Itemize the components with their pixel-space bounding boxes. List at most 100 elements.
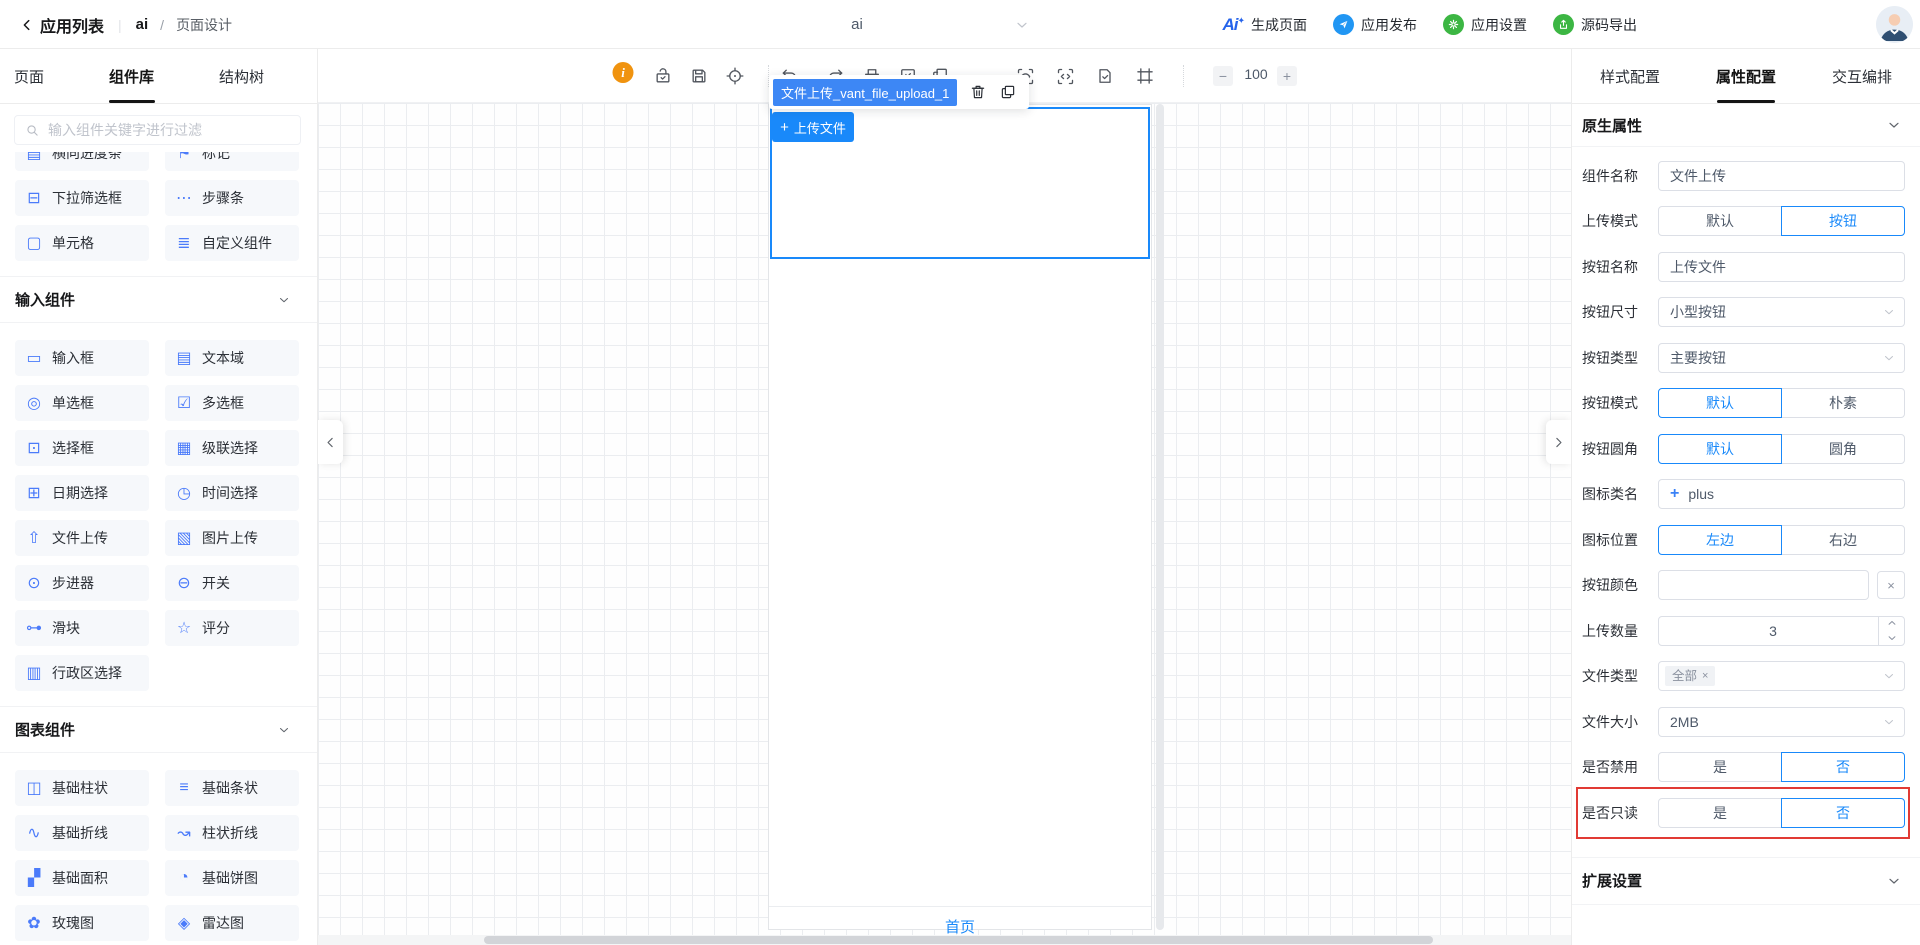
segment-option[interactable]: 右边 (1781, 525, 1905, 555)
app-publish-button[interactable]: 应用发布 (1333, 14, 1417, 35)
file-type-tag[interactable]: 全部× (1665, 666, 1715, 686)
text-input[interactable]: 文件上传 (1658, 161, 1905, 191)
component-item[interactable]: ▭输入框 (15, 340, 149, 376)
component-item[interactable]: ⊡选择框 (15, 430, 149, 466)
sidebar-tab-pages[interactable]: 页面 (14, 49, 44, 103)
segment-option[interactable]: 左边 (1658, 525, 1782, 555)
segment-option[interactable]: 否 (1781, 798, 1905, 828)
vertical-scrollbar[interactable] (1156, 104, 1164, 930)
segment-option[interactable]: 是 (1658, 752, 1782, 782)
component-item[interactable]: ⋯步骤条 (165, 180, 299, 216)
component-item[interactable]: ≡基础条状 (165, 770, 299, 806)
clear-color-button[interactable]: × (1877, 571, 1905, 599)
text-input[interactable]: 上传文件 (1658, 252, 1905, 282)
tab-home[interactable]: 首页 (945, 916, 975, 937)
component-item[interactable]: ☑多选框 (165, 385, 299, 421)
toolbar-info-icon[interactable]: i (613, 62, 634, 83)
delete-component-button[interactable] (969, 83, 987, 101)
component-item[interactable]: ◷时间选择 (165, 475, 299, 511)
chevron-down-icon[interactable] (277, 723, 291, 737)
increment-button[interactable] (1879, 616, 1905, 631)
toolbar-unlock-icon[interactable] (649, 62, 677, 90)
segment-option[interactable]: 按钮 (1781, 206, 1905, 236)
component-item-label: 玫瑰图 (52, 913, 94, 933)
toolbar-locate-icon[interactable] (721, 62, 749, 90)
avatar[interactable] (1876, 6, 1913, 43)
component-item[interactable]: ▢单元格 (15, 225, 149, 261)
component-item[interactable]: ◈雷达图 (165, 905, 299, 941)
component-item[interactable]: ⚑标记 (165, 152, 299, 171)
horizontal-scrollbar-thumb[interactable] (484, 936, 1433, 944)
zoom-out-button[interactable]: − (1213, 66, 1233, 86)
component-item[interactable]: ▞基础面积 (15, 860, 149, 896)
section-native-props[interactable]: 原生属性 (1572, 104, 1920, 147)
field-label: 按钮名称 (1582, 257, 1658, 277)
component-item[interactable]: ✿玫瑰图 (15, 905, 149, 941)
segment-option[interactable]: 默认 (1658, 388, 1782, 418)
segment-option[interactable]: 否 (1781, 752, 1905, 782)
component-item[interactable]: ◎单选框 (15, 385, 149, 421)
component-item[interactable]: ⊟下拉筛选框 (15, 180, 149, 216)
component-search[interactable] (14, 115, 301, 145)
component-item[interactable]: ☆评分 (165, 610, 299, 646)
sidebar-tab-components[interactable]: 组件库 (109, 49, 154, 103)
component-item[interactable]: ▧图片上传 (165, 520, 299, 556)
select-input[interactable]: 2MB (1658, 707, 1905, 737)
component-item[interactable]: ▦级联选择 (165, 430, 299, 466)
zoom-in-button[interactable]: + (1277, 66, 1297, 86)
tab-interaction-config[interactable]: 交互编排 (1832, 49, 1892, 103)
segment-option[interactable]: 是 (1658, 798, 1782, 828)
selected-component-chip[interactable]: 文件上传_vant_file_upload_1 (773, 79, 957, 106)
collapse-left-panel-button[interactable] (318, 420, 343, 464)
tag-select-input[interactable]: 全部× (1658, 661, 1905, 691)
toolbar-save-icon[interactable] (685, 62, 713, 90)
component-item[interactable]: ⊶滑块 (15, 610, 149, 646)
remove-tag-icon[interactable]: × (1702, 669, 1708, 683)
component-item[interactable]: ◔基础饼图 (165, 860, 299, 896)
upload-file-button[interactable]: + 上传文件 (772, 112, 854, 142)
breadcrumb-app[interactable]: ai (136, 16, 149, 33)
tab-property-config[interactable]: 属性配置 (1716, 49, 1776, 103)
color-input[interactable] (1658, 570, 1869, 600)
chevron-left-icon (20, 18, 34, 32)
segment-option[interactable]: 圆角 (1781, 434, 1905, 464)
segment-option[interactable]: 朴素 (1781, 388, 1905, 418)
collapse-right-panel-button[interactable] (1546, 420, 1571, 464)
copy-component-button[interactable] (999, 83, 1017, 101)
component-item[interactable]: ▤文本域 (165, 340, 299, 376)
toolbar-code-view-icon[interactable] (1051, 62, 1079, 90)
generate-page-button[interactable]: Ai✦生成页面 (1222, 15, 1307, 35)
select-input[interactable]: 主要按钮 (1658, 343, 1905, 373)
segment-option[interactable]: 默认 (1658, 434, 1782, 464)
icon-class-input[interactable]: +plus (1658, 479, 1905, 509)
chevron-up-icon (1887, 618, 1897, 628)
section-expand-settings[interactable]: 扩展设置 (1572, 857, 1920, 905)
segment-option[interactable]: 默认 (1658, 206, 1782, 236)
decrement-button[interactable] (1879, 631, 1905, 646)
chevron-down-icon (1882, 715, 1896, 729)
toolbar-artboard-icon[interactable] (1131, 62, 1159, 90)
component-item[interactable]: ⇧文件上传 (15, 520, 149, 556)
page-select[interactable]: ai (700, 0, 1030, 49)
textarea-icon: ▤ (175, 348, 193, 368)
tab-style-config[interactable]: 样式配置 (1600, 49, 1660, 103)
component-item[interactable]: ⊞日期选择 (15, 475, 149, 511)
component-item[interactable]: ⊖开关 (165, 565, 299, 601)
component-item[interactable]: ◫基础柱状 (15, 770, 149, 806)
component-item[interactable]: ⊙步进器 (15, 565, 149, 601)
sidebar-tab-tree[interactable]: 结构树 (219, 49, 264, 103)
component-item[interactable]: ∿基础折线 (15, 815, 149, 851)
component-item[interactable]: ≣自定义组件 (165, 225, 299, 261)
component-item[interactable]: ▥行政区选择 (15, 655, 149, 691)
app-settings-button[interactable]: 应用设置 (1443, 14, 1527, 35)
number-input[interactable]: 3 (1658, 616, 1905, 646)
component-item[interactable]: ↝柱状折线 (165, 815, 299, 851)
source-export-button[interactable]: 源码导出 (1553, 14, 1637, 35)
toolbar-page-check-icon[interactable] (1091, 62, 1119, 90)
back-button[interactable]: 应用列表 (20, 13, 104, 37)
component-item[interactable]: ▤横向进度条 (15, 152, 149, 171)
search-input[interactable] (48, 122, 290, 138)
select-input[interactable]: 小型按钮 (1658, 297, 1905, 327)
chevron-down-icon[interactable] (277, 293, 291, 307)
field-control: × (1658, 570, 1905, 600)
